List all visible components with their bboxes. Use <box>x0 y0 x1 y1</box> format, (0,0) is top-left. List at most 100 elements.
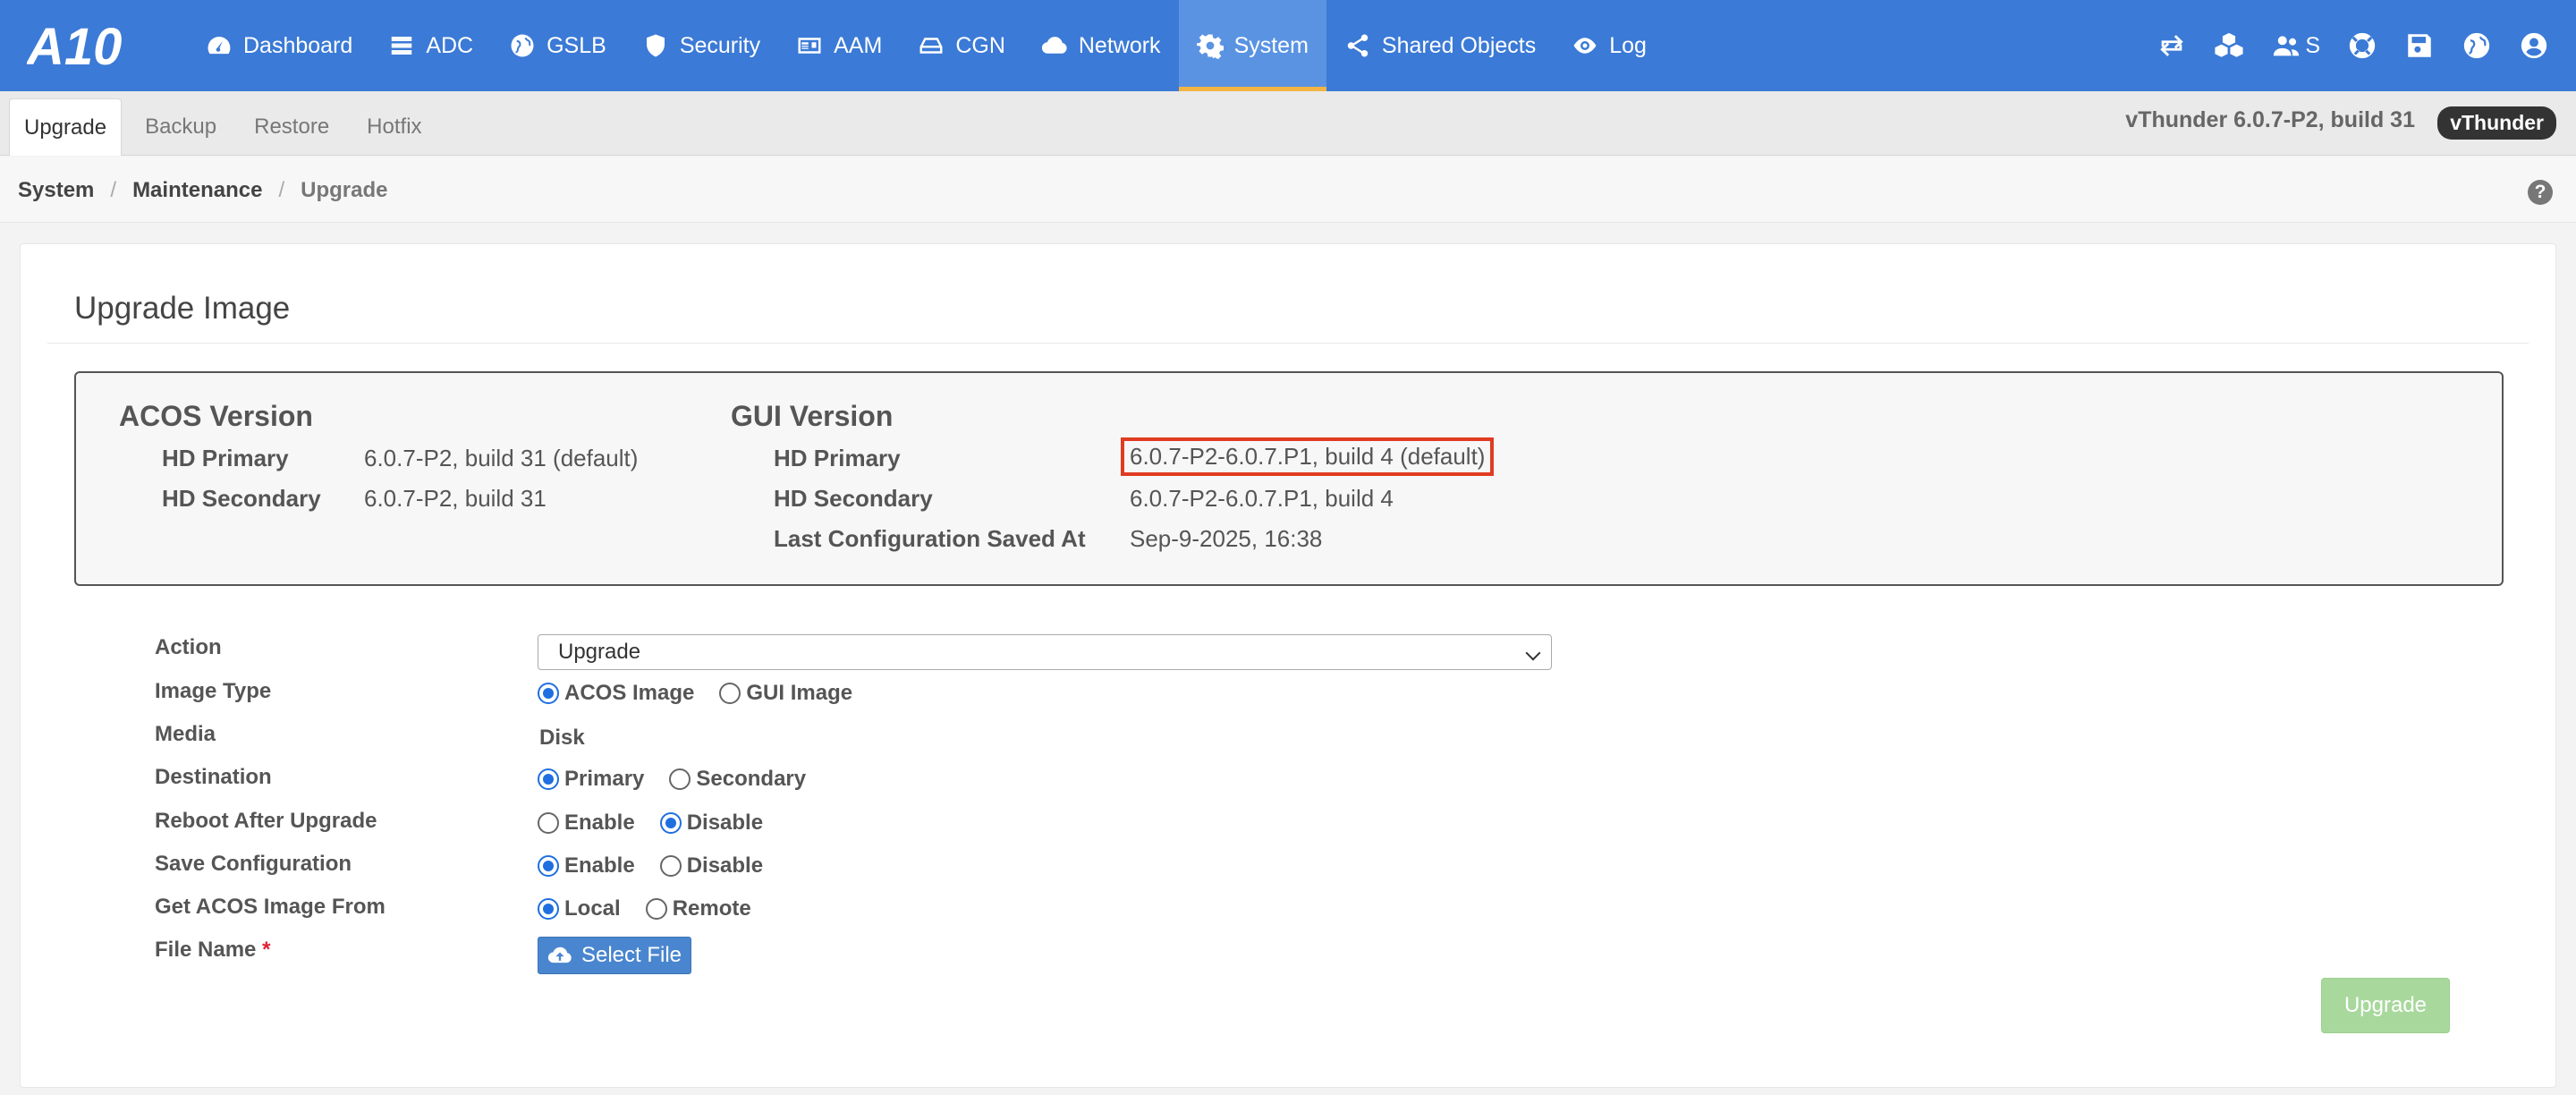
sub-navbar: Upgrade Backup Restore Hotfix vThunder 6… <box>0 91 2576 156</box>
nav-adc[interactable]: ADC <box>370 0 491 91</box>
help-icon[interactable]: ? <box>2528 180 2553 205</box>
radio-reboot-enable[interactable] <box>538 812 559 834</box>
shield-icon <box>646 34 665 57</box>
nav-right-tools: S <box>2130 0 2549 91</box>
platform-badge: vThunder <box>2437 106 2556 140</box>
nav-label: Shared Objects <box>1381 32 1537 58</box>
acos-hd-secondary-label: HD Secondary <box>162 485 321 512</box>
nav-aam[interactable]: AAM <box>778 0 900 91</box>
reboot-enable-option[interactable]: Enable <box>538 811 635 836</box>
radio-save-enable[interactable] <box>538 855 559 877</box>
source-remote-option[interactable]: Remote <box>645 896 751 921</box>
radio-label: Disable <box>686 853 764 878</box>
tab-upgrade[interactable]: Upgrade <box>9 98 123 156</box>
svg-text:A10: A10 <box>27 20 122 72</box>
radio-secondary[interactable] <box>669 768 691 790</box>
save-button[interactable] <box>2404 30 2435 61</box>
nav-label: AAM <box>834 32 883 58</box>
user-partition-button[interactable]: S <box>2271 30 2320 61</box>
nav-cgn[interactable]: CGN <box>900 0 1023 91</box>
reboot-radio-group: Enable Disable <box>538 811 788 836</box>
nav-gslb[interactable]: GSLB <box>491 0 624 91</box>
last-saved-value: Sep-9-2025, 16:38 <box>1130 525 1323 552</box>
radio-reboot-disable[interactable] <box>659 812 682 834</box>
user-account-button[interactable] <box>2519 30 2549 61</box>
radio-label: Remote <box>672 896 751 921</box>
gui-hd-secondary-label: HD Secondary <box>774 485 933 512</box>
acos-hd-primary-value: 6.0.7-P2, build 31 (default) <box>364 445 639 471</box>
main-nav: Dashboard ADC GSLB Security AAM CGN Netw… <box>188 0 1665 91</box>
upgrade-card: Upgrade Image ACOS Version HD Primary 6.… <box>20 243 2556 1088</box>
action-select-value: Upgrade <box>558 640 641 664</box>
save-disable-option[interactable]: Disable <box>659 853 764 879</box>
nav-label: Log <box>1609 32 1647 58</box>
lifebuoy-icon <box>2349 32 2376 59</box>
breadcrumb-system[interactable]: System <box>18 178 94 203</box>
tab-restore[interactable]: Restore <box>240 98 343 156</box>
cloud-upload-icon <box>547 946 572 963</box>
radio-label: Disable <box>686 811 764 835</box>
nav-label: Network <box>1078 32 1161 58</box>
breadcrumb-maintenance[interactable]: Maintenance <box>132 178 262 203</box>
nav-label: Security <box>679 32 761 58</box>
divider <box>47 343 2529 344</box>
sync-button[interactable] <box>2157 30 2187 61</box>
action-label: Action <box>155 635 222 659</box>
nav-label: GSLB <box>547 32 606 58</box>
nav-label: System <box>1233 32 1309 58</box>
gui-hd-primary-value: 6.0.7-P2-6.0.7.P1, build 4 (default) <box>1121 437 1495 476</box>
media-value: Disk <box>539 726 585 750</box>
nav-network[interactable]: Network <box>1023 0 1179 91</box>
radio-remote[interactable] <box>645 898 667 920</box>
save-enable-option[interactable]: Enable <box>538 853 635 879</box>
radio-label: Primary <box>564 767 645 791</box>
dashboard-icon <box>208 37 231 55</box>
cubes-icon <box>2215 32 2243 57</box>
nav-security[interactable]: Security <box>624 0 778 91</box>
destination-label: Destination <box>155 765 272 789</box>
radio-label: Enable <box>564 811 635 835</box>
users-icon <box>2274 36 2300 56</box>
destination-secondary-option[interactable]: Secondary <box>669 767 806 792</box>
source-local-option[interactable]: Local <box>538 896 621 921</box>
nav-shared-objects[interactable]: Shared Objects <box>1326 0 1554 91</box>
required-marker: * <box>262 938 271 962</box>
support-button[interactable] <box>2347 30 2377 61</box>
radio-label: Secondary <box>696 767 807 791</box>
radio-save-disable[interactable] <box>659 855 682 877</box>
a10-logo[interactable]: A10 <box>27 20 148 72</box>
image-type-gui-option[interactable]: GUI Image <box>719 681 852 706</box>
image-type-acos-option[interactable]: ACOS Image <box>538 681 694 706</box>
tab-hotfix[interactable]: Hotfix <box>352 98 436 156</box>
breadcrumb-separator: / <box>278 178 285 202</box>
radio-label: Enable <box>564 853 635 878</box>
share-icon <box>1347 34 1368 57</box>
nav-system[interactable]: System <box>1178 0 1327 91</box>
user-circle-icon <box>2521 32 2547 59</box>
reboot-label: Reboot After Upgrade <box>155 809 377 833</box>
server-icon <box>392 37 412 55</box>
select-file-button[interactable]: Select File <box>538 937 691 974</box>
cluster-button[interactable] <box>2214 30 2244 61</box>
action-select[interactable]: Upgrade <box>538 634 1552 670</box>
tab-backup[interactable]: Backup <box>131 98 231 156</box>
file-name-label: File Name * <box>155 938 270 963</box>
gui-hd-primary-label: HD Primary <box>774 445 901 471</box>
globe-icon <box>2463 32 2490 59</box>
floppy-disk-icon <box>2408 34 2431 57</box>
radio-label: GUI Image <box>746 681 853 705</box>
radio-primary[interactable] <box>538 768 559 790</box>
acos-hd-primary-label: HD Primary <box>162 445 289 471</box>
upgrade-button[interactable]: Upgrade <box>2321 978 2450 1033</box>
radio-acos-image[interactable] <box>538 683 559 704</box>
nav-log[interactable]: Log <box>1554 0 1665 91</box>
top-navbar: A10 Dashboard ADC GSLB Security AAM CGN <box>0 0 2576 91</box>
reboot-disable-option[interactable]: Disable <box>659 811 764 836</box>
version-info-panel: ACOS Version HD Primary 6.0.7-P2, build … <box>74 371 2504 586</box>
radio-local[interactable] <box>538 898 559 920</box>
destination-primary-option[interactable]: Primary <box>538 767 644 792</box>
radio-gui-image[interactable] <box>719 683 741 704</box>
language-button[interactable] <box>2462 30 2492 61</box>
nav-dashboard[interactable]: Dashboard <box>188 0 370 91</box>
chevron-down-icon <box>1525 645 1541 661</box>
